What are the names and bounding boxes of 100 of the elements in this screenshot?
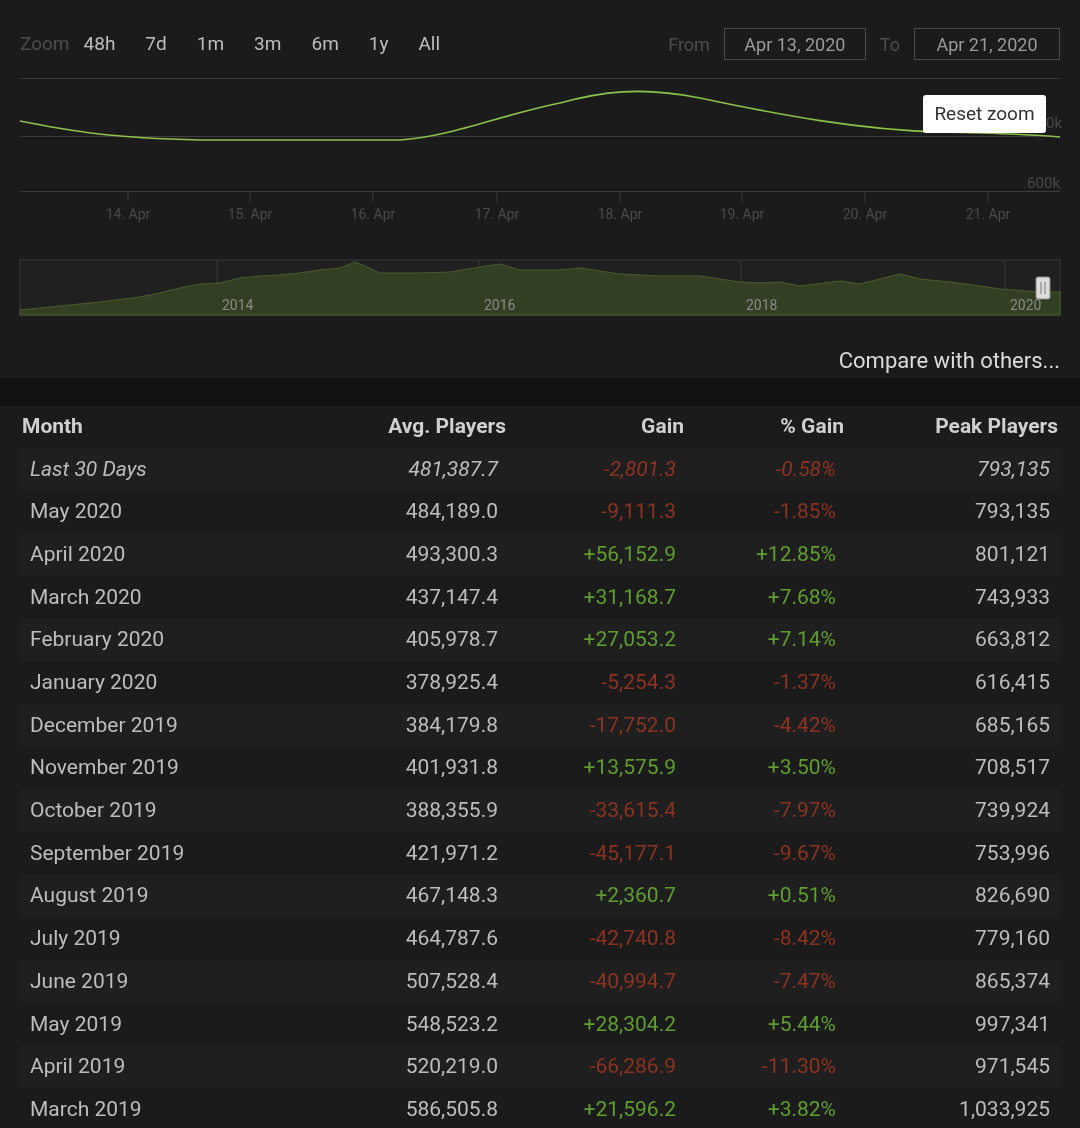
zoom-option[interactable]: 6m [311, 29, 339, 59]
table-cell-text: Last 30 Days [29, 455, 148, 483]
table-cell-text: +3.82% [766, 1095, 837, 1123]
table-cell-text: 616,415 [974, 669, 1051, 697]
table-cell-text: +56,152.9 [582, 540, 677, 568]
table-cell-text: January 2020 [29, 669, 159, 697]
table-cell-text: May 2020 [29, 498, 123, 526]
table-cell-text: -0.58% [774, 455, 837, 483]
navigator-year-label: 2020 [1010, 296, 1042, 315]
table-cell-text: 586,505.8 [404, 1095, 499, 1123]
table-cell-text: -66,286.9 [588, 1053, 677, 1081]
column-header: Peak Players [934, 413, 1058, 441]
table-cell-text: June 2019 [29, 967, 130, 995]
table-cell-text: 801,121 [974, 540, 1051, 568]
table-cell-text: -33,615.4 [588, 797, 677, 825]
table-cell-text: March 2020 [29, 583, 143, 611]
zoom-option[interactable]: 1m [196, 29, 225, 59]
table-cell-text: July 2019 [29, 925, 122, 953]
table-cell-text: 388,355.9 [404, 797, 499, 825]
table-cell-text: +7.68% [766, 583, 837, 611]
table-cell-text: -5,254.3 [600, 669, 677, 697]
table-cell-text: November 2019 [29, 754, 180, 782]
column-header: Gain [640, 413, 684, 441]
table-cell-text: May 2019 [29, 1010, 123, 1038]
table-cell-text: +27,053.2 [582, 626, 677, 654]
table-cell-text: 548,523.2 [404, 1010, 499, 1038]
column-header: Month [21, 413, 84, 441]
table-cell-text: 421,971.2 [404, 839, 499, 867]
table-cell-text: 384,179.8 [404, 711, 499, 739]
table-cell-text: 793,135 [976, 455, 1051, 483]
to-date-field[interactable]: Apr 21, 2020 [914, 28, 1060, 60]
table-cell-text: +7.14% [766, 626, 837, 654]
table-cell-text: 520,219.0 [404, 1053, 499, 1081]
table-cell-text: October 2019 [29, 797, 158, 825]
table-cell-text: 493,300.3 [404, 540, 499, 568]
zoom-option[interactable]: 48h [83, 29, 116, 59]
table-cell-text: -2,801.3 [602, 455, 677, 483]
table-cell-text: 1,033,925 [958, 1095, 1051, 1123]
table-cell-text: -40,994.7 [588, 967, 677, 995]
table-cell-text: 464,787.6 [404, 925, 499, 953]
table-cell-text: April 2020 [29, 540, 127, 568]
table-cell-text: -11.30% [761, 1053, 837, 1081]
table-cell-text: February 2020 [29, 626, 166, 654]
table-cell-text: +3.50% [766, 754, 837, 782]
table-cell-text: 437,147.4 [404, 583, 499, 611]
table-cell-text: +2,360.7 [594, 882, 677, 910]
table-cell-text: September 2019 [29, 839, 186, 867]
table-cell-text: 481,387.7 [407, 455, 500, 483]
table-cell-text: 997,341 [974, 1010, 1051, 1038]
table-cell-text: +31,168.7 [582, 583, 677, 611]
navigator-year-label: 2014 [222, 296, 254, 315]
table-cell-text: +28,304.2 [582, 1010, 677, 1038]
table-cell-text: -8.42% [772, 925, 837, 953]
table-cell-text: 739,924 [974, 797, 1051, 825]
table-cell-text: 507,528.4 [404, 967, 499, 995]
table-cell-text: -1.37% [772, 669, 837, 697]
table-cell-text: +5.44% [766, 1010, 837, 1038]
reset-zoom-button[interactable]: Reset zoom [923, 95, 1046, 133]
table-cell-text: 708,517 [974, 754, 1051, 782]
table-cell-text: 971,545 [974, 1053, 1051, 1081]
table-cell-text: 378,925.4 [404, 669, 499, 697]
table-cell-text: 779,160 [974, 925, 1051, 953]
table-cell-text: -17,752.0 [588, 711, 677, 739]
navigator-year-label: 2018 [746, 296, 778, 315]
from-date-field[interactable]: Apr 13, 2020 [723, 28, 866, 60]
table-cell-text: -7.47% [772, 967, 837, 995]
column-header: % Gain [779, 413, 844, 441]
table-cell-text: -7.97% [772, 797, 837, 825]
table-cell-text: 865,374 [974, 967, 1051, 995]
table-cell-text: +21,596.2 [582, 1095, 677, 1123]
table-cell-text: -9,111.3 [600, 498, 677, 526]
table-cell-text: December 2019 [29, 711, 179, 739]
table-cell-text: +0.51% [766, 882, 837, 910]
table-cell-text: 663,812 [974, 626, 1051, 654]
table-cell-text: -1.85% [772, 498, 837, 526]
table-cell-text: -4.42% [772, 711, 837, 739]
navigator-year-label: 2016 [484, 296, 516, 315]
table-cell-text: 793,135 [974, 498, 1051, 526]
table-cell-text: -42,740.8 [588, 925, 677, 953]
table-cell-text: 685,165 [974, 711, 1051, 739]
table-cell-text: 743,933 [974, 583, 1051, 611]
zoom-option[interactable]: 1y [368, 29, 389, 59]
table-cell-text: -45,177.1 [588, 839, 677, 867]
table-cell-text: 826,690 [974, 882, 1051, 910]
table-cell-text: 753,996 [974, 839, 1051, 867]
zoom-option[interactable]: All [418, 29, 441, 59]
compare-link[interactable]: Compare with others... [838, 344, 1060, 377]
table-cell-text: 405,978.7 [404, 626, 499, 654]
table-cell-text: +12.85% [754, 540, 837, 568]
table-cell-text: -9.67% [772, 839, 837, 867]
table-cell-text: 484,189.0 [404, 498, 499, 526]
table-cell-text: March 2019 [29, 1095, 143, 1123]
zoom-option[interactable]: 3m [254, 29, 282, 59]
table-cell-text: +13,575.9 [582, 754, 677, 782]
zoom-option[interactable]: 7d [145, 29, 167, 59]
table-cell-text: 467,148.3 [404, 882, 499, 910]
table-cell-text: August 2019 [29, 882, 150, 910]
column-header: Avg. Players [387, 413, 506, 441]
table-cell-text: 401,931.8 [404, 754, 499, 782]
table-cell-text: April 2019 [29, 1053, 127, 1081]
